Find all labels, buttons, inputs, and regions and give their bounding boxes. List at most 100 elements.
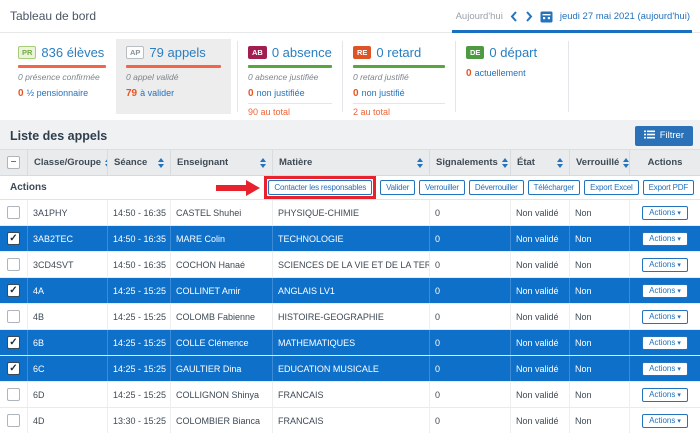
card-absence-title: 0 absence: [272, 45, 332, 60]
export-pdf-button[interactable]: Export PDF: [643, 180, 694, 195]
cell-verrouille: Non: [570, 278, 630, 303]
row-actions-button[interactable]: Actions: [642, 206, 688, 220]
stat-value: 0: [248, 88, 254, 99]
card-depart[interactable]: DE 0 départ 0actuellement: [456, 39, 568, 114]
card-absence[interactable]: AB 0 absence 0 absence justifiée 0non ju…: [238, 39, 342, 114]
table-row[interactable]: 6B 14:25 - 15:25 COLLE Clémence MATHEMAT…: [0, 330, 700, 356]
cell-matiere: FRANCAIS: [273, 382, 430, 407]
filter-button[interactable]: Filtrer: [635, 126, 693, 146]
select-all-checkbox[interactable]: [7, 156, 20, 169]
row-actions-button[interactable]: Actions: [642, 258, 688, 272]
table-row[interactable]: 3CD4SVT 14:50 - 16:35 COCHON Hanaé SCIEN…: [0, 252, 700, 278]
row-checkbox[interactable]: [7, 258, 20, 271]
sort-icon[interactable]: [498, 158, 508, 168]
stat-value: 0: [18, 88, 24, 99]
table-header-row: Classe/Groupe Séance Enseignant Matière …: [0, 149, 700, 176]
telecharger-button[interactable]: Télécharger: [528, 180, 581, 195]
card-retard-subtitle: 0 retard justifié: [353, 72, 445, 82]
annotation-highlight-box: Contacter les responsables: [264, 176, 376, 199]
row-checkbox[interactable]: [7, 336, 20, 349]
column-header-verrouille: Verrouillé: [576, 157, 619, 168]
sort-icon[interactable]: [101, 158, 108, 168]
row-checkbox[interactable]: [7, 232, 20, 245]
card-eleves[interactable]: PR 836 élèves 0 présence confirmée 0½ pe…: [8, 39, 116, 114]
card-depart-title: 0 départ: [489, 45, 537, 60]
sort-icon[interactable]: [413, 158, 423, 168]
cell-matiere: PHYSIQUE-CHIMIE: [273, 200, 430, 225]
card-retard-title: 0 retard: [376, 45, 421, 60]
row-actions-button[interactable]: Actions: [642, 232, 688, 246]
deverrouiller-button[interactable]: Déverrouiller: [469, 180, 524, 195]
row-actions-button[interactable]: Actions: [642, 362, 688, 376]
table-row[interactable]: 6C 14:25 - 15:25 GAULTIER Dina EDUCATION…: [0, 356, 700, 382]
cell-signalements: 0: [430, 226, 511, 251]
current-date-label[interactable]: jeudi 27 mai 2021 (aujourd'hui): [560, 11, 690, 22]
stat-label: à valider: [140, 88, 174, 98]
table-row[interactable]: 4D 13:30 - 15:25 COLOMBIER Bianca FRANCA…: [0, 408, 700, 433]
table-body: 3A1PHY 14:50 - 16:35 CASTEL Shuhei PHYSI…: [0, 200, 700, 433]
stat-value: 0: [466, 68, 472, 79]
verrouiller-button[interactable]: Verrouiller: [419, 180, 465, 195]
card-retard[interactable]: RE 0 retard 0 retard justifié 0non justi…: [343, 39, 455, 114]
row-actions-button[interactable]: Actions: [642, 414, 688, 428]
depart-badge: DE: [466, 46, 484, 60]
row-checkbox[interactable]: [7, 388, 20, 401]
cell-seance: 14:50 - 16:35: [108, 252, 171, 277]
chevron-left-icon[interactable]: [510, 11, 518, 22]
list-header: Liste des appels Filtrer: [0, 120, 700, 149]
cell-enseignant: GAULTIER Dina: [171, 356, 273, 381]
row-actions-button[interactable]: Actions: [642, 388, 688, 402]
row-actions-button[interactable]: Actions: [642, 284, 688, 298]
absence-badge: AB: [248, 46, 267, 60]
cell-verrouille: Non: [570, 252, 630, 277]
cell-seance: 14:50 - 16:35: [108, 200, 171, 225]
contacter-responsables-button[interactable]: Contacter les responsables: [268, 180, 372, 195]
cell-verrouille: Non: [570, 330, 630, 355]
card-retard-bar: [353, 65, 445, 68]
card-appels-subtitle: 0 appel validé: [126, 72, 221, 82]
row-actions-button[interactable]: Actions: [642, 310, 688, 324]
calendar-icon[interactable]: [540, 10, 553, 23]
top-bar: Tableau de bord Aujourd'hui jeudi 27 mai…: [0, 0, 700, 33]
cell-signalements: 0: [430, 304, 511, 329]
sort-icon[interactable]: [256, 158, 266, 168]
table-row[interactable]: 4A 14:25 - 15:25 COLLINET Amir ANGLAIS L…: [0, 278, 700, 304]
table-row[interactable]: 3A1PHY 14:50 - 16:35 CASTEL Shuhei PHYSI…: [0, 200, 700, 226]
cell-seance: 14:25 - 15:25: [108, 356, 171, 381]
row-checkbox[interactable]: [7, 206, 20, 219]
row-checkbox[interactable]: [7, 310, 20, 323]
row-checkbox[interactable]: [7, 414, 20, 427]
page-title: Tableau de bord: [10, 9, 96, 23]
row-actions-button[interactable]: Actions: [642, 336, 688, 350]
sort-icon[interactable]: [553, 158, 563, 168]
sort-icon[interactable]: [619, 158, 629, 168]
today-label[interactable]: Aujourd'hui: [456, 11, 503, 22]
cell-seance: 14:25 - 15:25: [108, 304, 171, 329]
cell-signalements: 0: [430, 200, 511, 225]
table-row[interactable]: 3AB2TEC 14:50 - 16:35 MARE Colin TECHNOL…: [0, 226, 700, 252]
cell-signalements: 0: [430, 252, 511, 277]
cell-signalements: 0: [430, 356, 511, 381]
export-excel-button[interactable]: Export Excel: [584, 180, 639, 195]
column-header-seance: Séance: [114, 157, 147, 168]
cell-seance: 14:25 - 15:25: [108, 382, 171, 407]
cell-classe: 3A1PHY: [28, 200, 108, 225]
card-depart-stat: 0actuellement: [466, 68, 558, 79]
cell-signalements: 0: [430, 408, 511, 433]
valider-button[interactable]: Valider: [380, 180, 415, 195]
sort-icon[interactable]: [154, 158, 164, 168]
card-appels[interactable]: AP 79 appels 0 appel validé 79à valider: [116, 39, 231, 114]
stat-label: actuellement: [475, 68, 526, 78]
row-checkbox[interactable]: [7, 362, 20, 375]
appel-badge: AP: [126, 46, 144, 60]
table-row[interactable]: 6D 14:25 - 15:25 COLLIGNON Shinya FRANCA…: [0, 382, 700, 408]
stat-value: 0: [353, 88, 359, 99]
cell-matiere: ANGLAIS LV1: [273, 278, 430, 303]
table-row[interactable]: 4B 14:25 - 15:25 COLOMB Fabienne HISTOIR…: [0, 304, 700, 330]
chevron-right-icon[interactable]: [525, 11, 533, 22]
row-checkbox[interactable]: [7, 284, 20, 297]
cell-seance: 13:30 - 15:25: [108, 408, 171, 433]
cell-verrouille: Non: [570, 356, 630, 381]
card-retard-total: 2 au total: [353, 103, 445, 117]
cell-enseignant: COLOMB Fabienne: [171, 304, 273, 329]
